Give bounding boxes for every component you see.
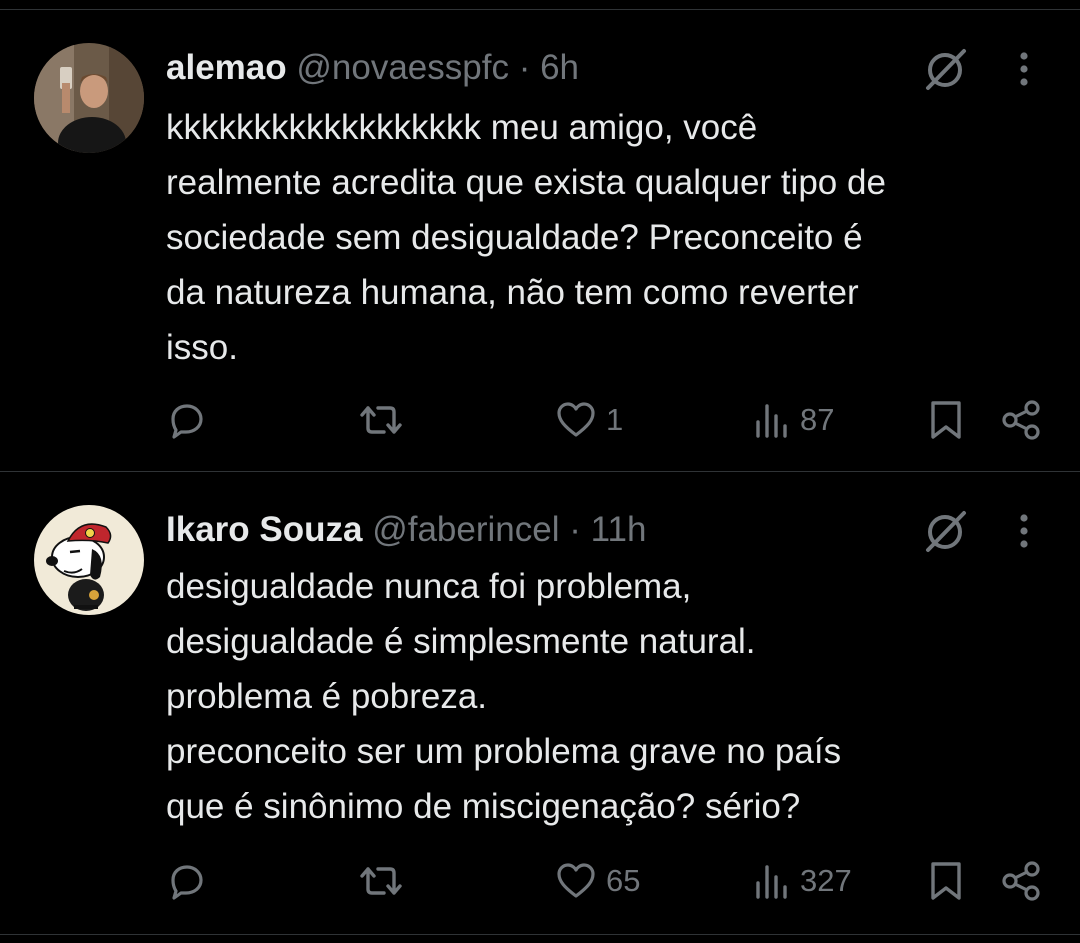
views-icon: [752, 398, 792, 442]
like-button[interactable]: 1: [554, 398, 623, 442]
tweet-text-line: problema é pobreza.: [166, 677, 488, 716]
author-handle[interactable]: @faberincel: [372, 510, 559, 549]
heart-icon: [554, 859, 598, 903]
like-count: 1: [606, 402, 624, 437]
like-count: 65: [606, 863, 641, 898]
tweet-1[interactable]: alemao @novaesspfc · 6h kkkkkkkkkkkkkkkk…: [0, 0, 1080, 470]
tweet-text-line: que é sinônimo de miscigenação? sério?: [166, 787, 801, 826]
reply-icon: [164, 398, 208, 442]
tweet-text-line: sociedade sem desigualdade? Preconceito …: [166, 218, 863, 257]
more-icon[interactable]: [1014, 512, 1034, 552]
author-handle[interactable]: @novaesspfc: [296, 48, 509, 87]
like-button[interactable]: 65: [554, 859, 640, 903]
share-button[interactable]: [999, 859, 1045, 903]
reply-button[interactable]: [164, 859, 208, 903]
tweet-text-line: da natureza humana, não tem como reverte…: [166, 273, 859, 312]
tweet-text-line: kkkkkkkkkkkkkkkkkk meu amigo, você: [166, 108, 758, 147]
reply-button[interactable]: [164, 398, 208, 442]
view-count: 327: [800, 863, 852, 898]
tweet-text-line: realmente acredita que exista qualquer t…: [166, 163, 886, 202]
more-icon[interactable]: [1014, 50, 1034, 90]
retweet-icon: [356, 859, 406, 903]
bottom-divider: [0, 934, 1080, 935]
bookmark-button[interactable]: [926, 398, 966, 442]
heart-icon: [554, 398, 598, 442]
bookmark-button[interactable]: [926, 859, 966, 903]
tweet-text: kkkkkkkkkkkkkkkkkk meu amigo, você realm…: [166, 100, 1066, 375]
bookmark-icon: [926, 859, 966, 903]
share-icon: [999, 859, 1045, 903]
views-button[interactable]: 87: [752, 398, 834, 442]
separator-dot: ·: [518, 48, 531, 87]
views-icon: [752, 859, 792, 903]
avatar-ikaro-souza[interactable]: [34, 505, 144, 615]
avatar-alemao[interactable]: [34, 43, 144, 153]
retweet-icon: [356, 398, 406, 442]
bookmark-icon: [926, 398, 966, 442]
tweet-text-line: desigualdade é simplesmente natural.: [166, 622, 756, 661]
reply-icon: [164, 859, 208, 903]
separator-dot: ·: [569, 510, 581, 549]
author-name[interactable]: Ikaro Souza: [166, 510, 362, 549]
tweet-text-line: isso.: [166, 328, 238, 367]
grok-icon[interactable]: [920, 507, 970, 557]
views-button[interactable]: 327: [752, 859, 852, 903]
author-name[interactable]: alemao: [166, 48, 287, 87]
tweet-text: desigualdade nunca foi problema, desigua…: [166, 559, 1066, 834]
tweet-2[interactable]: Ikaro Souza @faberincel · 11h desigualda…: [0, 472, 1080, 932]
retweet-button[interactable]: [356, 859, 406, 903]
view-count: 87: [800, 402, 835, 437]
share-icon: [999, 398, 1045, 442]
timestamp[interactable]: 6h: [540, 48, 579, 87]
tweet-header: alemao @novaesspfc · 6h: [166, 46, 579, 90]
tweet-header: Ikaro Souza @faberincel · 11h: [166, 508, 646, 552]
retweet-button[interactable]: [356, 398, 406, 442]
tweet-text-line: desigualdade nunca foi problema,: [166, 567, 692, 606]
share-button[interactable]: [999, 398, 1045, 442]
tweet-text-line: preconceito ser um problema grave no paí…: [166, 732, 842, 771]
timestamp[interactable]: 11h: [591, 510, 647, 549]
grok-icon[interactable]: [920, 45, 970, 95]
